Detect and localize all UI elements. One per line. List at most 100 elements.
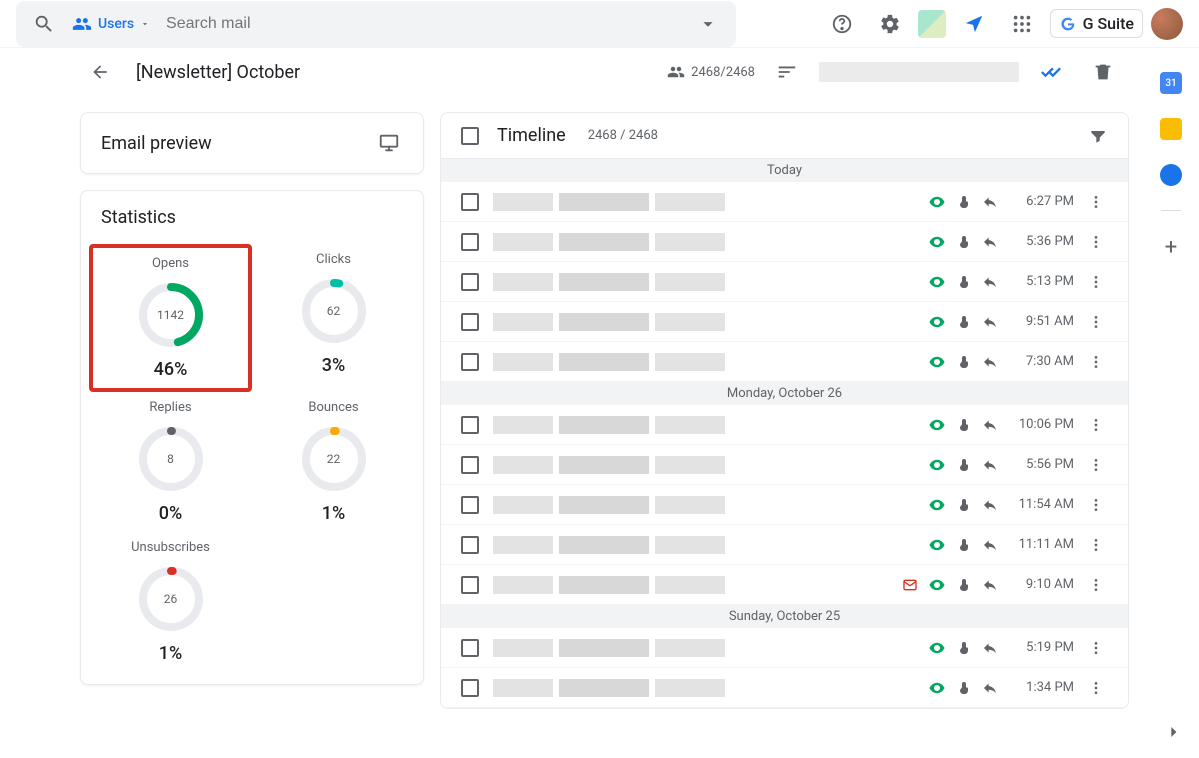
row-checkbox[interactable] bbox=[461, 353, 479, 371]
users-filter-chip[interactable]: Users bbox=[64, 14, 158, 34]
row-more-menu[interactable] bbox=[1088, 354, 1108, 370]
row-checkbox[interactable] bbox=[461, 536, 479, 554]
gsuite-label: G Suite bbox=[1083, 14, 1134, 33]
collapse-sidepanel-button[interactable] bbox=[1163, 722, 1183, 742]
redacted-content bbox=[493, 639, 914, 657]
row-checkbox[interactable] bbox=[461, 233, 479, 251]
select-all-checkbox[interactable] bbox=[461, 127, 479, 145]
row-checkbox[interactable] bbox=[461, 639, 479, 657]
timeline-row[interactable]: 1:34 PM bbox=[441, 668, 1128, 708]
row-more-menu[interactable] bbox=[1088, 314, 1108, 330]
row-checkbox[interactable] bbox=[461, 416, 479, 434]
row-status-icons bbox=[928, 456, 998, 474]
row-more-menu[interactable] bbox=[1088, 234, 1108, 250]
timeline-row[interactable]: 5:13 PM bbox=[441, 262, 1128, 302]
stat-unsubscribes[interactable]: Unsubscribes261% bbox=[89, 532, 252, 672]
search-options-icon[interactable] bbox=[688, 4, 728, 44]
stat-opens[interactable]: Opens114246% bbox=[89, 244, 252, 392]
stat-label: Bounces bbox=[308, 400, 358, 415]
stat-label: Replies bbox=[149, 400, 191, 415]
timeline-row[interactable]: 5:19 PM bbox=[441, 628, 1128, 668]
stat-replies[interactable]: Replies80% bbox=[89, 392, 252, 532]
row-checkbox[interactable] bbox=[461, 576, 479, 594]
timeline-row[interactable]: 5:56 PM bbox=[441, 445, 1128, 485]
row-checkbox[interactable] bbox=[461, 679, 479, 697]
row-checkbox[interactable] bbox=[461, 193, 479, 211]
sort-icon[interactable] bbox=[767, 52, 807, 92]
timeline-row[interactable]: 7:30 AM bbox=[441, 342, 1128, 382]
stat-value: 26 bbox=[135, 563, 207, 635]
timeline-row[interactable]: 6:27 PM bbox=[441, 182, 1128, 222]
redacted-content bbox=[493, 536, 914, 554]
filter-icon[interactable] bbox=[1088, 126, 1108, 146]
right-column: Timeline 2468 / 2468 Today6:27 PM5:36 PM… bbox=[440, 112, 1129, 758]
row-more-menu[interactable] bbox=[1088, 640, 1108, 656]
mark-all-done-button[interactable] bbox=[1031, 52, 1071, 92]
main-area: Email preview Statistics Opens114246%Cli… bbox=[0, 96, 1199, 758]
timeline-row[interactable]: 11:54 AM bbox=[441, 485, 1128, 525]
open-icon bbox=[928, 536, 946, 554]
apps-grid-icon[interactable] bbox=[1002, 4, 1042, 44]
row-status-icons bbox=[928, 273, 998, 291]
row-more-menu[interactable] bbox=[1088, 417, 1108, 433]
open-icon bbox=[928, 639, 946, 657]
row-checkbox[interactable] bbox=[461, 496, 479, 514]
timeline-card: Timeline 2468 / 2468 Today6:27 PM5:36 PM… bbox=[440, 112, 1129, 709]
avatar[interactable] bbox=[1151, 8, 1183, 40]
reply-icon bbox=[982, 640, 998, 656]
search-input[interactable] bbox=[158, 15, 688, 33]
row-checkbox[interactable] bbox=[461, 456, 479, 474]
stat-bounces[interactable]: Bounces221% bbox=[252, 392, 415, 532]
row-time: 9:51 AM bbox=[1012, 314, 1074, 329]
row-more-menu[interactable] bbox=[1088, 680, 1108, 696]
search-icon[interactable] bbox=[24, 4, 64, 44]
stat-label: Unsubscribes bbox=[131, 540, 210, 555]
click-icon bbox=[956, 417, 972, 433]
reply-icon bbox=[982, 194, 998, 210]
timeline-row[interactable]: 11:11 AM bbox=[441, 525, 1128, 565]
row-checkbox[interactable] bbox=[461, 273, 479, 291]
reply-icon bbox=[982, 314, 998, 330]
row-more-menu[interactable] bbox=[1088, 497, 1108, 513]
click-icon bbox=[956, 274, 972, 290]
open-icon bbox=[928, 496, 946, 514]
row-more-menu[interactable] bbox=[1088, 537, 1108, 553]
stat-clicks[interactable]: Clicks623% bbox=[252, 244, 415, 392]
campaign-title: [Newsletter] October bbox=[136, 62, 300, 83]
reply-icon bbox=[982, 577, 998, 593]
row-time: 9:10 AM bbox=[1012, 577, 1074, 592]
row-checkbox[interactable] bbox=[461, 313, 479, 331]
open-icon bbox=[928, 416, 946, 434]
reply-icon bbox=[982, 457, 998, 473]
timeline-row[interactable]: 9:10 AM bbox=[441, 565, 1128, 605]
calendar-app-icon[interactable]: 31 bbox=[1160, 72, 1182, 94]
click-icon bbox=[956, 497, 972, 513]
stat-value: 1142 bbox=[135, 279, 207, 351]
monitor-icon[interactable] bbox=[375, 129, 403, 157]
row-more-menu[interactable] bbox=[1088, 457, 1108, 473]
donut-chart: 62 bbox=[298, 275, 370, 347]
timeline-row[interactable]: 5:36 PM bbox=[441, 222, 1128, 262]
row-more-menu[interactable] bbox=[1088, 194, 1108, 210]
gsuite-badge[interactable]: G Suite bbox=[1050, 9, 1143, 38]
timeline-row[interactable]: 9:51 AM bbox=[441, 302, 1128, 342]
timeline-count: 2468 / 2468 bbox=[588, 128, 658, 143]
recipient-count: 2468/2468 bbox=[667, 63, 755, 81]
reply-icon bbox=[982, 354, 998, 370]
timeline-row[interactable]: 10:06 PM bbox=[441, 405, 1128, 445]
tasks-app-icon[interactable] bbox=[1160, 164, 1182, 186]
app-square-icon[interactable] bbox=[918, 10, 946, 38]
keep-app-icon[interactable] bbox=[1160, 118, 1182, 140]
row-time: 11:11 AM bbox=[1012, 537, 1074, 552]
add-addon-button[interactable]: + bbox=[1165, 235, 1177, 260]
statistics-card: Statistics Opens114246%Clicks623%Replies… bbox=[80, 190, 424, 685]
email-preview-title: Email preview bbox=[101, 133, 212, 154]
settings-icon[interactable] bbox=[870, 4, 910, 44]
back-button[interactable] bbox=[80, 52, 120, 92]
row-more-menu[interactable] bbox=[1088, 577, 1108, 593]
click-icon bbox=[956, 194, 972, 210]
delete-button[interactable] bbox=[1083, 52, 1123, 92]
help-icon[interactable] bbox=[822, 4, 862, 44]
send-app-icon[interactable] bbox=[954, 4, 994, 44]
row-more-menu[interactable] bbox=[1088, 274, 1108, 290]
